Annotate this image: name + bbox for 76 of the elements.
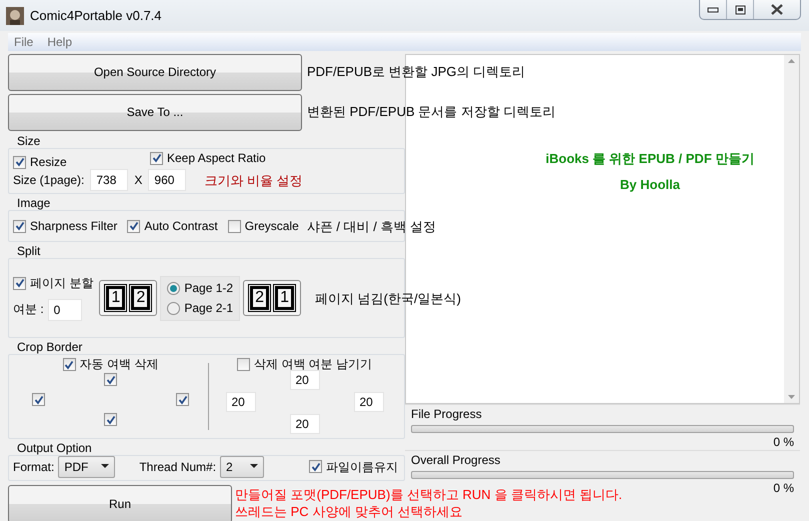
- page-number: 1: [275, 286, 294, 310]
- page-order-button[interactable]: 1 2: [99, 280, 158, 316]
- group-title: Output Option: [16, 440, 92, 455]
- page-number: 2: [250, 286, 270, 310]
- checkbox[interactable]: [104, 413, 117, 426]
- menu-item[interactable]: File: [14, 34, 34, 50]
- checkbox-label: 파일이름유지: [326, 460, 398, 474]
- page-number: 1: [106, 286, 126, 310]
- checkbox[interactable]: [309, 460, 322, 474]
- checkbox[interactable]: [13, 156, 26, 169]
- hint-text: 샤픈 / 대비 / 흑백 설정: [306, 218, 436, 234]
- margin-label: 여분 :: [13, 302, 44, 317]
- group-title: Image: [16, 196, 50, 210]
- close-icon: [771, 4, 783, 15]
- hint-text: 페이지 넘김(한국/일본식): [315, 290, 461, 306]
- margin-field[interactable]: 20: [226, 392, 256, 412]
- hint-text: 변환된 PDF/EPUB 문서를 저장할 디렉토리: [307, 104, 556, 120]
- save-to-button[interactable]: Save To ...: [8, 94, 302, 131]
- checkbox-label: 자동 여백 삭제: [80, 357, 158, 372]
- checkbox-label: Sharpness Filter: [30, 219, 118, 234]
- checkbox[interactable]: [104, 373, 117, 386]
- margin-field[interactable]: 20: [290, 370, 320, 390]
- group-title: Split: [16, 244, 40, 258]
- margin-field[interactable]: 0: [48, 298, 82, 321]
- checkbox[interactable]: [150, 152, 163, 165]
- height-field[interactable]: 960: [148, 169, 186, 192]
- group-title: Crop Border: [16, 340, 82, 354]
- progress-reading: 0 %: [773, 481, 794, 496]
- hint-text: 쓰레드는 PC 사양에 맞추어 선택하세요: [235, 504, 463, 520]
- minimize-icon: [707, 6, 719, 12]
- radio-button[interactable]: [167, 302, 180, 316]
- margin-field[interactable]: 20: [354, 392, 384, 412]
- checkbox[interactable]: [13, 276, 26, 290]
- page-number: 2: [131, 286, 150, 310]
- checkbox-label: Resize: [30, 155, 67, 170]
- checkbox[interactable]: [13, 220, 26, 233]
- progress-title: Overall Progress: [411, 452, 502, 468]
- hint-text: 크기와 비율 설정: [204, 172, 303, 188]
- radio-button[interactable]: [167, 282, 180, 295]
- caret-icon: [250, 464, 258, 470]
- page-order-button[interactable]: 2 1: [243, 280, 302, 316]
- times-label: X: [134, 173, 142, 188]
- checkbox[interactable]: [127, 220, 140, 233]
- format-dropdown[interactable]: PDF: [58, 456, 116, 478]
- caret-icon: [101, 464, 110, 470]
- radio-label: Page 2-1: [184, 301, 234, 316]
- group-title: Size: [16, 134, 40, 148]
- checkbox-label: Greyscale: [244, 219, 299, 234]
- radio-label: Page 1-2: [184, 281, 234, 296]
- open-source-button[interactable]: Open Source Directory: [8, 54, 302, 91]
- checkbox[interactable]: [32, 393, 45, 406]
- width-field[interactable]: 738: [90, 169, 128, 192]
- thread-label: Thread Num#:: [139, 460, 216, 474]
- progress-reading: 0 %: [773, 435, 794, 450]
- checkbox-label: Keep Aspect Ratio: [167, 151, 266, 166]
- checkbox-label: 페이지 분할: [30, 276, 94, 291]
- maximize-icon: [734, 4, 746, 14]
- hint-text: PDF/EPUB로 변환할 JPG의 디렉토리: [307, 64, 526, 80]
- checkbox[interactable]: [228, 220, 241, 233]
- margin-field[interactable]: 20: [290, 414, 320, 434]
- log-text: iBooks 를 위한 EPUB / PDF 만들기: [546, 151, 754, 167]
- checkbox-label: Auto Contrast: [144, 219, 218, 234]
- checkbox-label: 삭제 여백 여분 남기기: [254, 357, 372, 372]
- checkbox[interactable]: [176, 393, 189, 406]
- app-icon: [6, 6, 24, 24]
- thread-dropdown[interactable]: 2: [220, 456, 264, 478]
- checkbox[interactable]: [236, 358, 250, 372]
- format-label: Format:: [13, 460, 54, 474]
- window-title: Comic4Portable v0.7.4: [30, 8, 162, 24]
- run-button[interactable]: Run: [8, 484, 232, 521]
- hint-text: 만들어질 포맷(PDF/EPUB)를 선택하고 RUN 을 클릭하시면 됩니다.: [235, 486, 622, 502]
- menu-item[interactable]: Help: [47, 34, 72, 50]
- progress-title: File Progress: [411, 407, 483, 422]
- size-label: Size (1page):: [13, 173, 84, 188]
- checkbox[interactable]: [62, 358, 76, 372]
- log-text: By Hoolla: [620, 176, 680, 192]
